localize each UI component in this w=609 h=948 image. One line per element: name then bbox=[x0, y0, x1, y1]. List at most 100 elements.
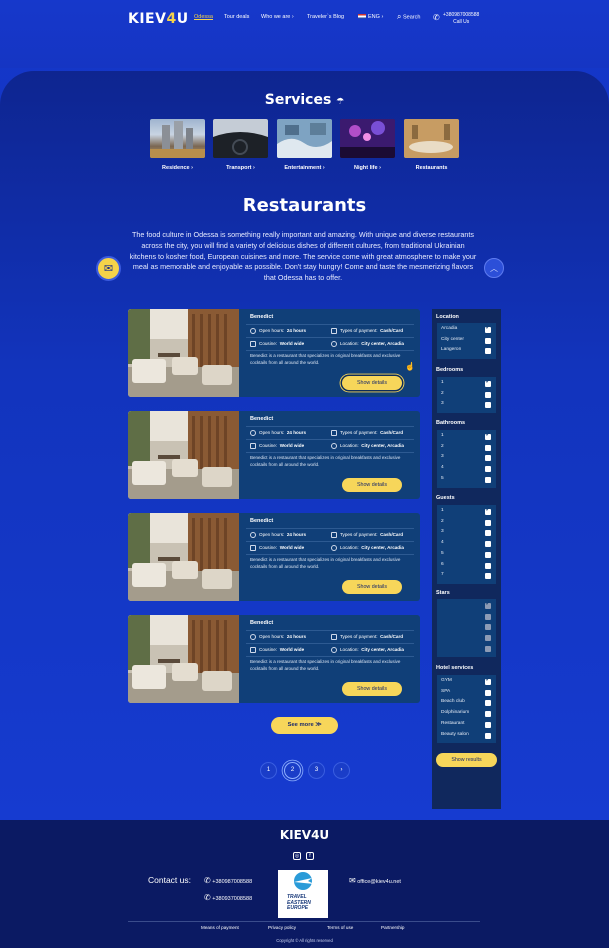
filter-checkbox[interactable] bbox=[485, 379, 491, 387]
filter-checkbox[interactable] bbox=[485, 677, 491, 685]
filter-checkbox[interactable] bbox=[485, 402, 491, 409]
next-page-button[interactable]: › bbox=[333, 762, 350, 779]
filter-checkbox[interactable] bbox=[485, 444, 491, 451]
mail-floating-button[interactable]: ✉ bbox=[96, 256, 121, 281]
phone-number: +380937008588 bbox=[212, 896, 253, 902]
open-hours-field: Open hours: 24 hours bbox=[250, 532, 306, 538]
page-2-button[interactable]: 2 bbox=[284, 762, 301, 779]
service-tile-entertainment[interactable] bbox=[277, 119, 332, 158]
service-tile-restaurants[interactable] bbox=[404, 119, 459, 158]
service-label-restaurants[interactable]: Restaurants bbox=[404, 165, 459, 171]
card-divider bbox=[246, 554, 414, 555]
nav-blog[interactable]: Traveler`s Blog bbox=[307, 14, 344, 20]
nav-tour-deals[interactable]: Tour deals bbox=[224, 14, 249, 20]
page-1-button[interactable]: 1 bbox=[260, 762, 277, 779]
show-details-button[interactable]: Show details bbox=[342, 580, 402, 594]
phone-number: +380987008588 bbox=[443, 12, 480, 18]
location-pin-icon bbox=[331, 545, 337, 551]
filter-checkbox[interactable] bbox=[485, 325, 491, 333]
footer-link-privacy[interactable]: Privacy policy bbox=[268, 925, 296, 930]
filter-checkbox[interactable] bbox=[485, 645, 491, 652]
filter-checkbox[interactable] bbox=[485, 573, 491, 580]
payment-field: Types of payment: Cash/Card bbox=[331, 328, 403, 334]
filter-checkbox[interactable] bbox=[485, 432, 491, 440]
card-divider bbox=[246, 541, 414, 542]
instagram-icon[interactable]: ◎ bbox=[293, 852, 301, 860]
filter-checkbox[interactable] bbox=[485, 476, 491, 483]
filter-checkbox[interactable] bbox=[485, 689, 491, 696]
filter-checkbox[interactable] bbox=[485, 519, 491, 526]
service-label-entertainment[interactable]: Entertainment › bbox=[277, 165, 332, 171]
see-more-button[interactable]: See more ≫ bbox=[271, 717, 338, 734]
restaurants-image bbox=[404, 119, 459, 158]
footer-link-terms[interactable]: Terms of use bbox=[327, 925, 353, 930]
contact-label: Contact us: bbox=[148, 875, 191, 885]
service-tile-night-life[interactable] bbox=[340, 119, 395, 158]
filter-option-label: Langeron bbox=[441, 347, 462, 353]
filter-option-label: 2 bbox=[441, 390, 444, 396]
filter-checkbox[interactable] bbox=[485, 635, 491, 642]
payment-icon bbox=[331, 430, 337, 436]
show-results-button[interactable]: Show results bbox=[436, 753, 497, 767]
phone-number: +380987008588 bbox=[212, 879, 253, 885]
clock-icon bbox=[250, 532, 256, 538]
service-label-residence[interactable]: Residence › bbox=[150, 165, 205, 171]
filter-checkbox[interactable] bbox=[485, 337, 491, 344]
footer-link-payment[interactable]: Means of payment bbox=[201, 925, 239, 930]
show-details-button[interactable]: Show details bbox=[342, 682, 402, 696]
filter-checkbox[interactable] bbox=[485, 551, 491, 558]
service-tile-residence[interactable] bbox=[150, 119, 205, 158]
filter-checkbox[interactable] bbox=[485, 348, 491, 355]
page-title: Restaurants bbox=[242, 195, 367, 216]
restaurant-photo bbox=[128, 513, 239, 601]
footer-phone-1[interactable]: ✆ +380987008588 bbox=[204, 876, 252, 885]
page-3-button[interactable]: 3 bbox=[308, 762, 325, 779]
nav-who-we-are[interactable]: Who we are › bbox=[261, 14, 294, 20]
filter-checkbox[interactable] bbox=[485, 466, 491, 473]
filter-option-label: 5 bbox=[441, 475, 444, 481]
night-life-image bbox=[340, 119, 395, 158]
service-label-night-life[interactable]: Night life › bbox=[340, 165, 395, 171]
service-tile-transport[interactable] bbox=[213, 119, 268, 158]
restaurant-card[interactable]: Benedict Open hours: 24 hours Types of pay… bbox=[128, 513, 420, 601]
service-label-transport[interactable]: Transport › bbox=[213, 165, 268, 171]
language-switch[interactable]: ENG › bbox=[358, 14, 383, 20]
filter-checkbox[interactable] bbox=[485, 391, 491, 398]
filter-checkbox[interactable] bbox=[485, 711, 491, 718]
payment-field: Types of payment: Cash/Card bbox=[331, 532, 403, 538]
filter-checkbox[interactable] bbox=[485, 721, 491, 728]
filter-option-label: Beauty salon bbox=[441, 731, 469, 737]
filter-checkbox[interactable] bbox=[485, 732, 491, 739]
footer-email[interactable]: ✉ office@kiev4u.net bbox=[349, 876, 401, 885]
travel-eastern-europe-badge[interactable]: TRAVEL EASTERN EUROPE bbox=[278, 870, 328, 918]
nav-odessa[interactable]: Odessa bbox=[194, 14, 213, 20]
show-details-button[interactable]: Show details bbox=[342, 478, 402, 492]
footer-logo[interactable]: KIEV4U bbox=[0, 828, 609, 842]
badge-line: EUROPE bbox=[287, 905, 309, 911]
header-phone[interactable]: +380987008588 Call Us bbox=[443, 12, 479, 26]
location-field: Location: City center, Arcadia bbox=[331, 443, 404, 449]
filter-checkbox[interactable] bbox=[485, 700, 491, 707]
restaurant-card[interactable]: Benedict Open hours: 24 hours Types of pay… bbox=[128, 615, 420, 703]
facebook-icon[interactable]: f bbox=[306, 852, 314, 860]
filter-checkbox[interactable] bbox=[485, 507, 491, 515]
filter-title-bathrooms: Bathrooms bbox=[436, 420, 466, 426]
filter-checkbox[interactable] bbox=[485, 530, 491, 537]
filter-checkbox[interactable] bbox=[485, 601, 491, 609]
footer-phone-2[interactable]: ✆ +380937008588 bbox=[204, 893, 252, 902]
logo[interactable]: KIEV4U bbox=[128, 11, 189, 27]
filter-checkbox[interactable] bbox=[485, 562, 491, 569]
filter-checkbox[interactable] bbox=[485, 624, 491, 631]
filter-option-label: 5 bbox=[441, 550, 444, 556]
restaurant-description: Benedict is a restaurant that specialize… bbox=[250, 455, 401, 467]
search-button[interactable]: ⌕ Search bbox=[397, 12, 420, 22]
scroll-up-button[interactable]: ︿ bbox=[484, 258, 504, 278]
filter-checkbox[interactable] bbox=[485, 455, 491, 462]
filter-checkbox[interactable] bbox=[485, 541, 491, 548]
filter-checkbox[interactable] bbox=[485, 613, 491, 620]
restaurant-card[interactable]: Benedict Open hours: 24 hours Types of pay… bbox=[128, 411, 420, 499]
footer-link-partnership[interactable]: Partnership bbox=[381, 925, 405, 930]
restaurant-card[interactable]: Benedict Open hours: 24 hours Types of pay… bbox=[128, 309, 420, 397]
show-details-button[interactable]: Show details bbox=[342, 376, 402, 390]
cuisine-icon bbox=[250, 341, 256, 347]
